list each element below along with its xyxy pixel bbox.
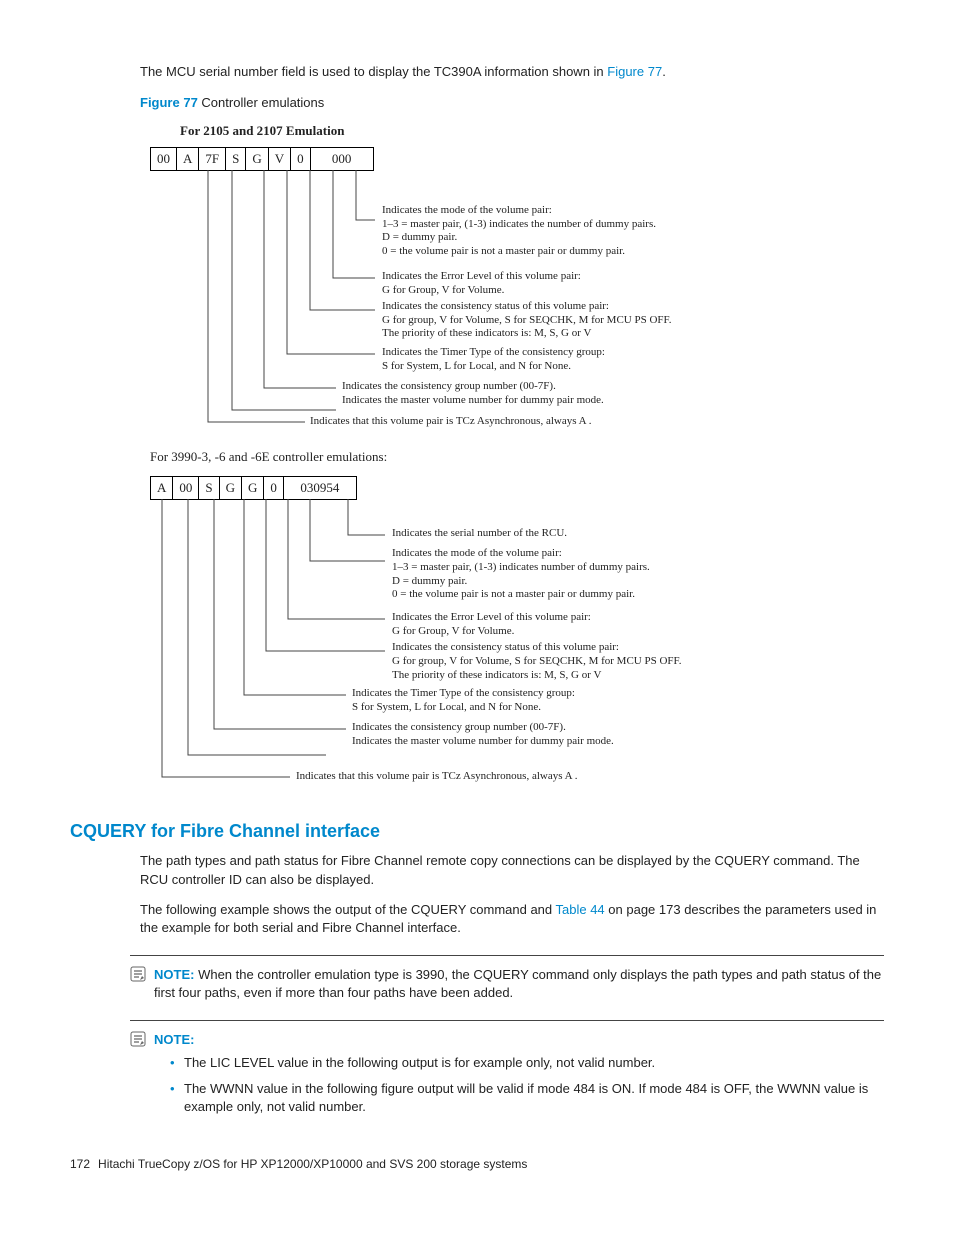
d2-cell-4: G: [242, 476, 264, 499]
d2-cell-5: 0: [264, 476, 284, 499]
note-icon: [130, 966, 146, 982]
footer-title: Hitachi TrueCopy z/OS for HP XP12000/XP1…: [98, 1156, 527, 1173]
figure-title: Controller emulations: [201, 95, 324, 110]
d1-cell-4: G: [246, 147, 268, 170]
diagram2-cells: A 00 S G G 0 030954: [150, 476, 357, 500]
d1-cell-0: 00: [151, 147, 177, 170]
intro-text-post: .: [662, 64, 666, 79]
note-icon: [130, 1031, 146, 1047]
d1-callout-1: Indicates the Error Level of this volume…: [382, 270, 812, 298]
d2-cell-2: S: [199, 476, 219, 499]
d2-cell-3: G: [219, 476, 241, 499]
figure-link[interactable]: Figure 77: [607, 64, 662, 79]
d2-callout-3: Indicates the consistency status of this…: [392, 641, 822, 682]
d2-callout-1: Indicates the mode of the volume pair: 1…: [392, 547, 822, 602]
d1-callout-3: Indicates the Timer Type of the consiste…: [382, 346, 812, 374]
intro-text-pre: The MCU serial number field is used to d…: [140, 64, 607, 79]
d1-cell-7: 000: [310, 147, 373, 170]
figure-number: Figure 77: [140, 95, 198, 110]
note2-label: NOTE:: [154, 1032, 194, 1047]
section-p2: The following example shows the output o…: [140, 901, 884, 937]
page-footer: 172 Hitachi TrueCopy z/OS for HP XP12000…: [70, 1156, 884, 1173]
d1-cell-2: 7F: [199, 147, 226, 170]
d2-callout-4: Indicates the Timer Type of the consiste…: [352, 687, 782, 715]
d1-callout-2: Indicates the consistency status of this…: [382, 300, 812, 341]
d2-callout-5: Indicates the consistency group number (…: [352, 721, 782, 749]
d1-cell-5: V: [268, 147, 290, 170]
note1-text: When the controller emulation type is 39…: [154, 967, 881, 1000]
d1-callout-5: Indicates that this volume pair is TCz A…: [310, 415, 740, 429]
intro-paragraph: The MCU serial number field is used to d…: [140, 63, 884, 81]
d2-cell-6: 030954: [283, 476, 356, 499]
note2-bullet-1: The LIC LEVEL value in the following out…: [170, 1054, 884, 1072]
d2-callout-6: Indicates that this volume pair is TCz A…: [296, 770, 726, 784]
figure-caption: Figure 77 Controller emulations: [140, 94, 884, 112]
d1-callout-0: Indicates the mode of the volume pair: 1…: [382, 204, 812, 259]
d1-callout-4: Indicates the consistency group number (…: [342, 380, 772, 408]
d2-cell-1: 00: [173, 476, 199, 499]
separator: [130, 955, 884, 956]
note2-bullets: The LIC LEVEL value in the following out…: [170, 1054, 884, 1117]
section-heading: CQUERY for Fibre Channel interface: [70, 819, 884, 844]
d2-callout-0: Indicates the serial number of the RCU.: [392, 527, 822, 541]
diagram1: 00 A 7F S G V 0 000 Indicates the mode o…: [150, 147, 884, 430]
p2-pre: The following example shows the output o…: [140, 902, 556, 917]
diagram1-cells: 00 A 7F S G V 0 000: [150, 147, 374, 171]
d2-cell-0: A: [151, 476, 173, 499]
d1-cell-3: S: [226, 147, 246, 170]
table-link[interactable]: Table 44: [556, 902, 605, 917]
d2-callout-2: Indicates the Error Level of this volume…: [392, 611, 822, 639]
diagram2: A 00 S G G 0 030954 Indicates the serial…: [150, 476, 884, 789]
page-number: 172: [70, 1156, 90, 1173]
diagram1-title: For 2105 and 2107 Emulation: [180, 122, 884, 140]
diagram2-title: For 3990-3, -6 and -6E controller emulat…: [150, 448, 884, 466]
section-p1: The path types and path status for Fibre…: [140, 852, 884, 888]
d1-cell-6: 0: [291, 147, 311, 170]
separator: [130, 1020, 884, 1021]
note-2: NOTE:: [130, 1031, 884, 1049]
note2-bullet-2: The WWNN value in the following figure o…: [170, 1080, 884, 1116]
note1-label: NOTE:: [154, 967, 194, 982]
note-1: NOTE: When the controller emulation type…: [130, 966, 884, 1002]
d1-cell-1: A: [177, 147, 199, 170]
